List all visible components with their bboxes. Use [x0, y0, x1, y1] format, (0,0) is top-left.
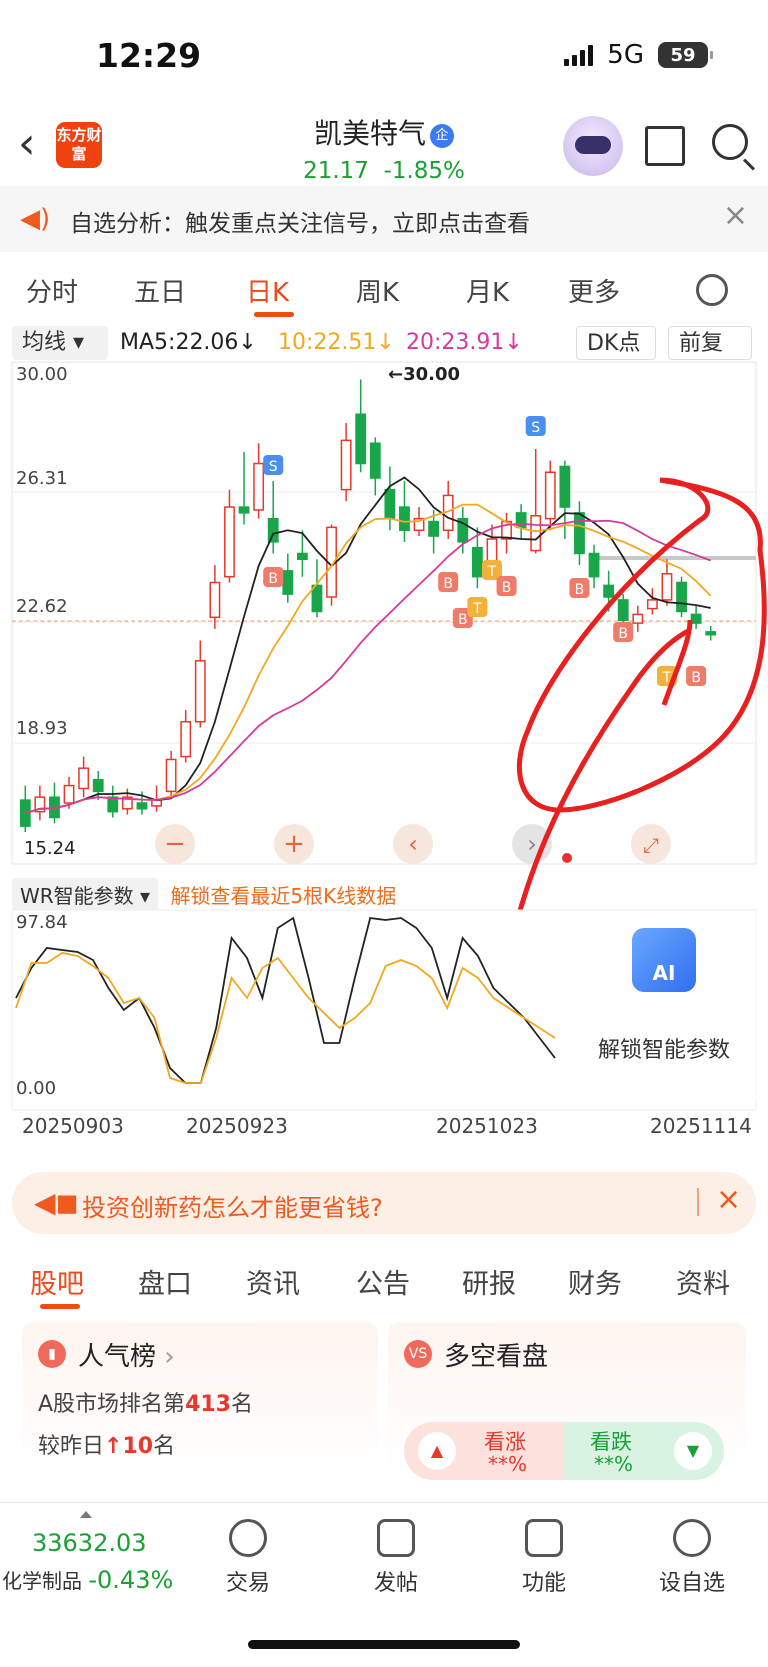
edit-icon — [377, 1519, 415, 1557]
x-tick-label: 20251023 — [436, 1114, 538, 1138]
network-label: 5G — [607, 40, 644, 70]
tab-forum[interactable]: 股吧 — [30, 1262, 84, 1301]
grid-icon — [525, 1519, 563, 1557]
tab-profile[interactable]: 资料 — [676, 1262, 730, 1301]
yen-icon — [229, 1519, 267, 1557]
caret-up-icon — [80, 1511, 92, 1518]
gear-icon[interactable] — [696, 274, 728, 306]
search-icon[interactable] — [712, 124, 748, 160]
vs-icon: VS — [404, 1340, 432, 1368]
tab-more[interactable]: 更多 — [568, 272, 620, 309]
sector-index[interactable]: 化学制品 -0.43% — [2, 1565, 173, 1594]
chart-bar-icon: ▮ — [38, 1340, 66, 1368]
ma-row: 均线 ▾ MA5:22.06↓ 10:22.51↓ 20:23.91↓ DK点 … — [0, 326, 768, 390]
ai-icon: AI — [632, 928, 696, 992]
close-icon[interactable]: × — [716, 1182, 741, 1217]
rank-change: 较昨日↑10名 — [38, 1434, 176, 1459]
promo-banner[interactable]: ◀◼ 投资创新药怎么才能更省钱? × — [12, 1172, 756, 1234]
market-rank: A股市场排名第413名 — [38, 1392, 254, 1417]
chart-tabs: 分时 五日 日K 周K 月K 更多 — [0, 262, 768, 322]
assistant-avatar-icon[interactable] — [563, 116, 623, 176]
wr-select[interactable]: WR智能参数 ▾ — [12, 878, 159, 911]
ma20-value: 20:23.91↓ — [406, 330, 523, 355]
ma10-value: 10:22.51↓ — [278, 330, 395, 355]
candle — [355, 413, 367, 465]
sector-index-value[interactable]: 33632.03 — [32, 1529, 147, 1557]
y-tick-label: 30.00 — [16, 364, 68, 385]
tab-order-book[interactable]: 盘口 — [138, 1262, 192, 1301]
active-subtab-indicator — [40, 1304, 80, 1309]
tab-research[interactable]: 研报 — [462, 1262, 516, 1301]
arrow-up-icon: ▲ — [418, 1432, 456, 1470]
x-tick-label: 20251114 — [650, 1114, 752, 1138]
tab-five-day[interactable]: 五日 — [134, 272, 186, 309]
date-axis: 20250903 20250923 20251023 20251114 — [0, 1114, 768, 1144]
enterprise-badge-icon: 企 — [430, 124, 454, 148]
signal-icon — [564, 44, 594, 66]
post-button[interactable]: 发帖 — [356, 1519, 436, 1597]
stock-change: -1.85% — [383, 158, 465, 184]
tab-intraday[interactable]: 分时 — [26, 272, 78, 309]
stock-name: 凯美特气 — [313, 117, 426, 150]
high-marker: ←30.00 — [388, 364, 460, 385]
bear-value: **% — [594, 1452, 634, 1476]
indicator-select[interactable]: 均线 ▾ — [12, 326, 108, 360]
tab-news[interactable]: 资讯 — [246, 1262, 300, 1301]
ma5-value: MA5:22.06↓ — [120, 330, 257, 355]
home-indicator — [248, 1640, 520, 1649]
popularity-card[interactable]: ▮ 人气榜 › A股市场排名第413名 较昨日↑10名 — [22, 1322, 378, 1472]
tab-daily-k[interactable]: 日K — [246, 272, 289, 309]
more-icon — [673, 1519, 711, 1557]
ai-unlock-label: 解锁智能参数 — [597, 1038, 730, 1063]
status-indicators: 5G 59 — [564, 40, 713, 70]
notice-text[interactable]: 自选分析：触发重点关注信号，立即点击查看 — [70, 204, 530, 238]
share-icon[interactable] — [645, 126, 685, 166]
promo-text[interactable]: 投资创新药怎么才能更省钱? — [82, 1188, 383, 1223]
battery-icon: 59 — [658, 42, 713, 68]
ai-unlock-panel[interactable]: AI 解锁智能参数 — [572, 912, 756, 1100]
x-tick-label: 20250923 — [186, 1114, 288, 1138]
wr-header: WR智能参数 ▾ 解锁查看最近5根K线数据 — [12, 878, 396, 911]
vote-bar: ▲ ▼ 看涨 **% 看跌 **% — [404, 1422, 724, 1482]
arrow-down-icon: ▼ — [674, 1432, 712, 1470]
bull-value: **% — [488, 1452, 528, 1476]
add-watchlist-button[interactable]: 设自选 — [652, 1519, 732, 1597]
wr-min-label: 0.00 — [16, 1078, 56, 1099]
price-adjust-button[interactable]: 前复权 — [668, 326, 752, 390]
stock-price: 21.17 — [303, 158, 369, 184]
trade-button[interactable]: 交易 — [208, 1519, 288, 1597]
battery-level: 59 — [670, 44, 696, 66]
x-tick-label: 20250903 — [22, 1114, 124, 1138]
unlock-link[interactable]: 解锁查看最近5根K线数据 — [170, 884, 396, 908]
active-tab-indicator — [254, 312, 294, 317]
megaphone-icon: ◀◼ — [34, 1186, 79, 1219]
signal-marker-label: S — [531, 420, 540, 436]
dk-point-button[interactable]: DK点 — [576, 326, 656, 360]
long-short-title: 多空看盘 — [444, 1342, 549, 1372]
long-short-card[interactable]: VS 多空看盘 ▲ ▼ 看涨 **% 看跌 **% — [388, 1322, 746, 1480]
sector-name: 化学制品 — [2, 1569, 82, 1593]
tab-weekly-k[interactable]: 周K — [356, 272, 399, 309]
notice-bar[interactable]: ◀) 自选分析：触发重点关注信号，立即点击查看 × — [0, 186, 768, 252]
sector-change: -0.43% — [88, 1566, 174, 1594]
functions-button[interactable]: 功能 — [504, 1519, 584, 1597]
tab-finance[interactable]: 财务 — [568, 1262, 622, 1301]
popularity-title: 人气榜 › — [78, 1342, 175, 1372]
tab-monthly-k[interactable]: 月K — [466, 272, 509, 309]
tab-announcements[interactable]: 公告 — [356, 1262, 410, 1301]
status-time: 12:29 — [96, 36, 202, 75]
wr-max-label: 97.84 — [16, 912, 68, 933]
close-icon[interactable]: × — [723, 198, 748, 233]
speaker-icon: ◀) — [20, 204, 51, 234]
